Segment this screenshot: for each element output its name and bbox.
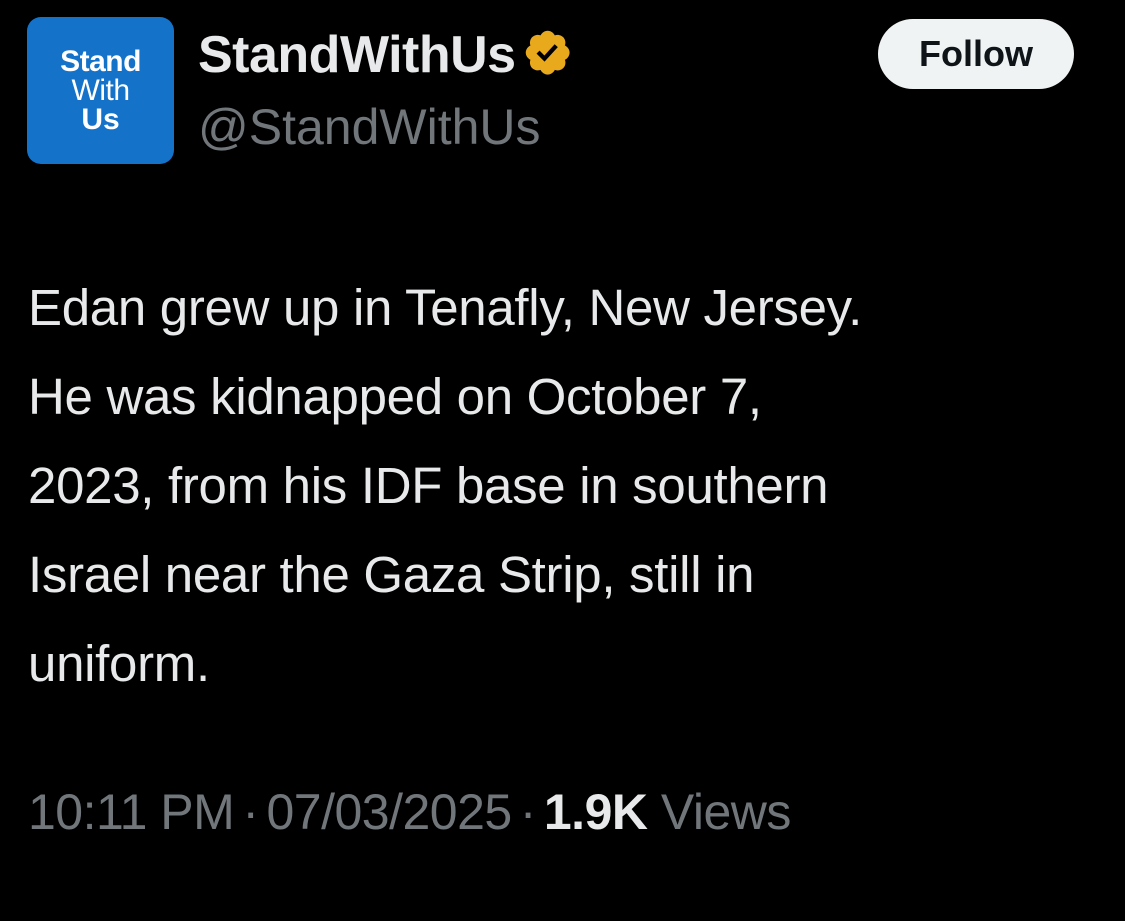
author-handle[interactable]: @StandWithUs [198, 98, 541, 156]
tweet-text-line: uniform. [28, 635, 210, 692]
tweet-date[interactable]: 07/03/2025 [266, 784, 512, 840]
tweet-text: Edan grew up in Tenafly, New Jersey. He … [28, 263, 1098, 708]
meta-separator: · [519, 784, 537, 840]
tweet-text-line: He was kidnapped on October 7, [28, 368, 762, 425]
meta-separator: · [242, 784, 259, 840]
tweet-text-line: 2023, from his IDF base in southern [28, 457, 829, 514]
avatar-logo-text-with: With [71, 73, 131, 107]
avatar-logo-text-stand: Stand [60, 44, 141, 78]
follow-button[interactable]: Follow [878, 19, 1074, 89]
avatar[interactable]: Stand With Us [27, 17, 174, 164]
verified-badge-icon [522, 27, 578, 83]
tweet-metadata: 10:11 PM · 07/03/2025 · 1.9K Views [28, 783, 791, 841]
tweet-card: Stand With Us StandWithUs @StandWithUs F… [0, 0, 1125, 921]
display-name[interactable]: StandWithUs [198, 25, 516, 85]
author-name-row: StandWithUs [198, 26, 578, 84]
tweet-text-line: Edan grew up in Tenafly, New Jersey. [28, 279, 862, 336]
views-count[interactable]: 1.9K [544, 784, 648, 840]
tweet-text-line: Israel near the Gaza Strip, still in [28, 546, 755, 603]
tweet-time[interactable]: 10:11 PM [28, 784, 235, 840]
avatar-logo-text-us: Us [81, 102, 120, 136]
views-label: Views [660, 784, 791, 840]
